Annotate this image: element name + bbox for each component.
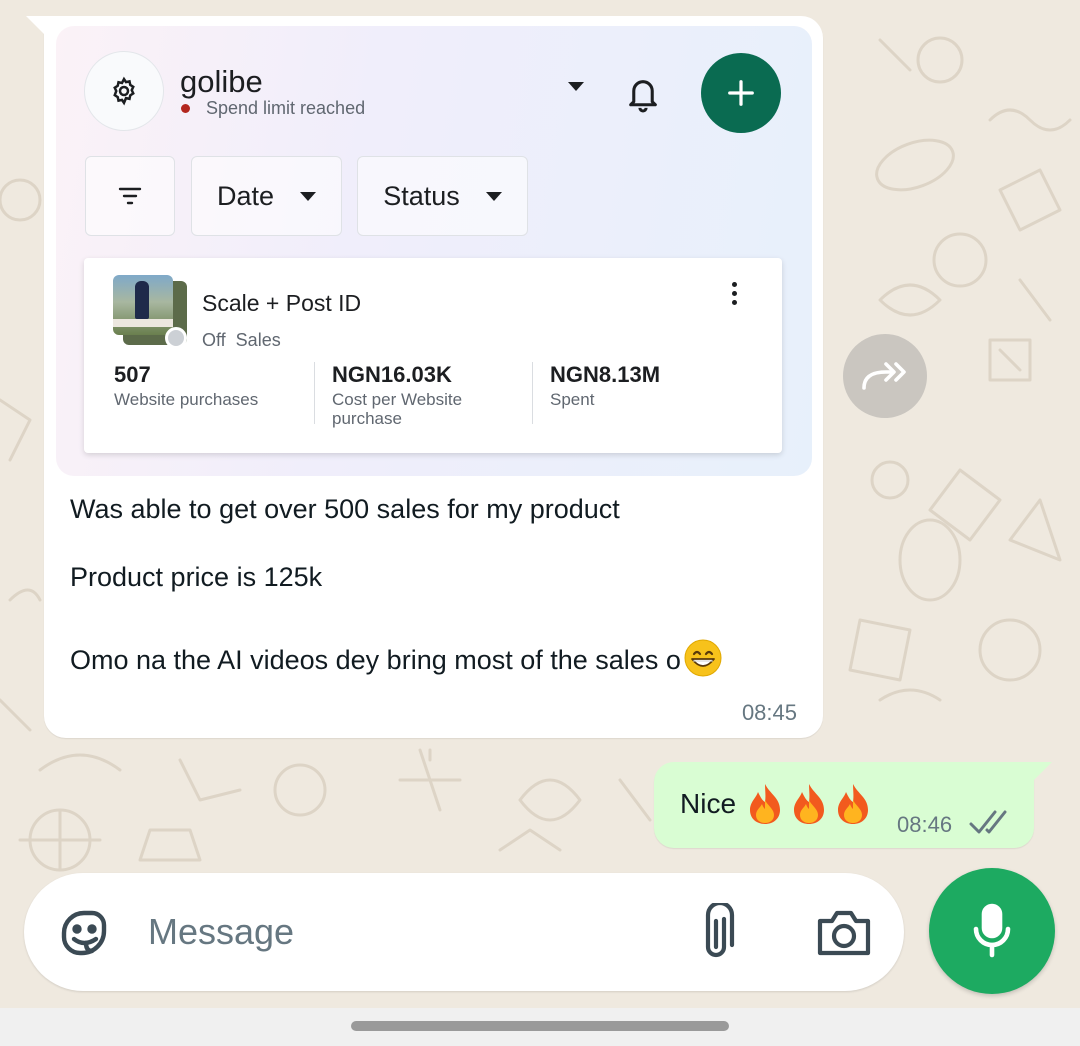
account-status-text: Spend limit reached (206, 98, 366, 118)
gear-icon (113, 76, 135, 106)
metric-spent: NGN8.13M Spent (550, 362, 740, 409)
create-button (701, 53, 781, 133)
status-dot (181, 104, 190, 113)
message-timestamp: 08:45 (741, 700, 797, 725)
plus-icon (728, 80, 754, 106)
microphone-icon (973, 903, 1011, 958)
campaign-title: Scale + Post ID (202, 290, 362, 316)
message-timestamp: 08:46 (897, 812, 953, 837)
outgoing-message-bubble[interactable]: Nice 08:46 (654, 762, 1052, 848)
message-composer (24, 873, 904, 991)
metric-label: Spent (550, 390, 595, 409)
message-line: Was able to get over 500 sales for my pr… (70, 494, 620, 524)
forward-button[interactable] (843, 334, 927, 418)
metric-label: Website purchases (114, 390, 259, 409)
fire-emoji-icon (838, 784, 868, 824)
status-filter-label: Status (383, 180, 460, 211)
ads-manager-screenshot[interactable]: golibe Spend limit reached Date Status S… (56, 26, 812, 476)
metric-label: Cost per Website purchase (332, 390, 463, 428)
filter-chip (85, 156, 175, 236)
filter-icon (118, 187, 142, 205)
bubble-tail (1030, 762, 1052, 784)
bell-icon (629, 80, 657, 113)
date-filter-label: Date (216, 180, 275, 211)
metric-website-purchases: 507 Website purchases (114, 362, 314, 409)
settings-button (84, 51, 164, 131)
chevron-down-icon (568, 82, 584, 91)
message-text: Nice (680, 788, 737, 819)
status-filter-chip: Status (357, 156, 528, 236)
chevron-down-icon (485, 191, 502, 201)
message-line: Omo na the AI videos dey bring most of t… (70, 645, 681, 675)
thumbnail-image (113, 275, 173, 335)
account-name: golibe (180, 64, 263, 99)
fire-emoji-icon (794, 784, 824, 824)
date-filter-chip: Date (191, 156, 342, 236)
metric-value: NGN16.03K (332, 362, 452, 387)
grinning-face-emoji-icon (684, 639, 722, 677)
message-line: Product price is 125k (70, 562, 323, 592)
camera-icon[interactable] (816, 907, 872, 957)
metric-cost-per-purchase: NGN16.03K Cost per Website purchase (332, 362, 522, 428)
home-gesture-handle[interactable] (351, 1021, 729, 1031)
campaign-subtitle: Off Sales (202, 330, 281, 350)
campaign-card: Scale + Post ID Off Sales 507 Website pu… (84, 258, 782, 453)
paperclip-icon[interactable] (694, 903, 738, 963)
voice-message-button[interactable] (929, 868, 1055, 994)
chevron-down-icon (300, 191, 317, 201)
sticker-icon[interactable] (56, 905, 112, 961)
metric-value: 507 (114, 362, 151, 387)
metric-value: NGN8.13M (550, 362, 661, 387)
forward-icon (862, 362, 906, 390)
bubble-tail (26, 16, 48, 38)
fire-emoji-icon (750, 784, 780, 824)
more-options-icon (732, 282, 737, 305)
system-navigation-bar (0, 1008, 1080, 1046)
metric-divider (532, 362, 533, 424)
campaign-thumbnail (113, 275, 187, 349)
message-line-with-emoji: Omo na the AI videos dey bring most of t… (70, 638, 723, 678)
metric-divider (314, 362, 315, 424)
account-status: Spend limit reached (180, 98, 365, 119)
incoming-message-bubble[interactable]: golibe Spend limit reached Date Status S… (26, 16, 823, 738)
message-input[interactable] (148, 903, 668, 961)
double-check-icon (969, 810, 1007, 834)
campaign-status-dot (165, 327, 187, 349)
